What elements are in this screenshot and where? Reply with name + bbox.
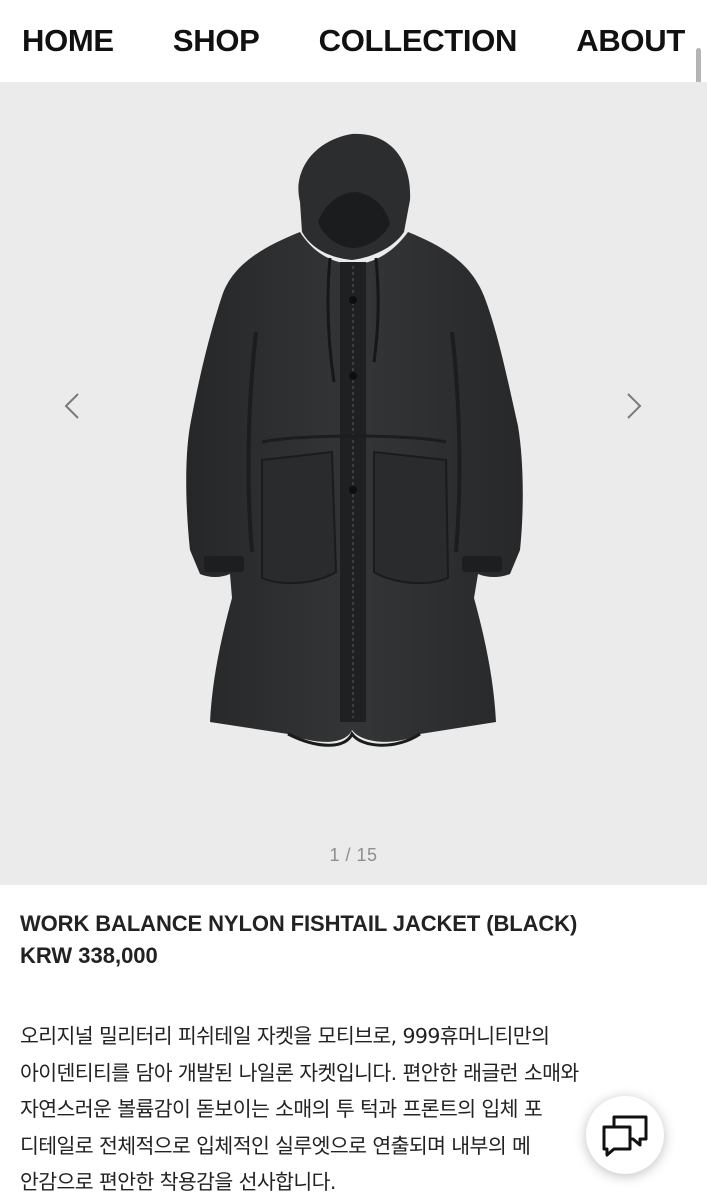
chat-button[interactable] (586, 1096, 664, 1174)
description-line: 오리지널 밀리터리 피쉬테일 자켓을 모티브로, 999휴머니티만의 (20, 1024, 550, 1048)
product-info: WORK BALANCE NYLON FISHTAIL JACKET (BLAC… (20, 908, 680, 972)
product-image-gallery[interactable]: 1 / 15 (0, 82, 707, 885)
prev-image-button[interactable] (57, 384, 87, 428)
top-nav: HOME SHOP COLLECTION ABOUT (0, 0, 707, 82)
nav-shop[interactable]: SHOP (173, 23, 260, 59)
chevron-right-icon (627, 393, 642, 419)
product-description: 오리지널 밀리터리 피쉬테일 자켓을 모티브로, 999휴머니티만의 아이덴티티… (20, 1018, 660, 1201)
nav-about[interactable]: ABOUT (576, 23, 685, 59)
product-price: KRW 338,000 (20, 943, 158, 968)
nav-collection[interactable]: COLLECTION (319, 23, 518, 59)
product-image (186, 133, 523, 747)
chat-bubbles-icon (602, 1115, 648, 1157)
description-line: 안감으로 편안한 착용감을 선사합니다. (20, 1170, 336, 1194)
description-line: 자연스러운 볼륨감이 돋보이는 소매의 투 턱과 프론트의 입체 포 (20, 1097, 543, 1121)
description-line: 아이덴티티를 담아 개발된 나일론 자켓입니다. 편안한 래글런 소매와 (20, 1060, 579, 1085)
product-title: WORK BALANCE NYLON FISHTAIL JACKET (BLAC… (20, 911, 578, 936)
description-line: 디테일로 전체적으로 입체적인 실루엣으로 연출되며 내부의 메 (20, 1133, 531, 1158)
next-image-button[interactable] (619, 384, 649, 428)
image-counter: 1 / 15 (329, 845, 378, 865)
nav-home[interactable]: HOME (22, 23, 114, 59)
chevron-left-icon (64, 393, 79, 419)
